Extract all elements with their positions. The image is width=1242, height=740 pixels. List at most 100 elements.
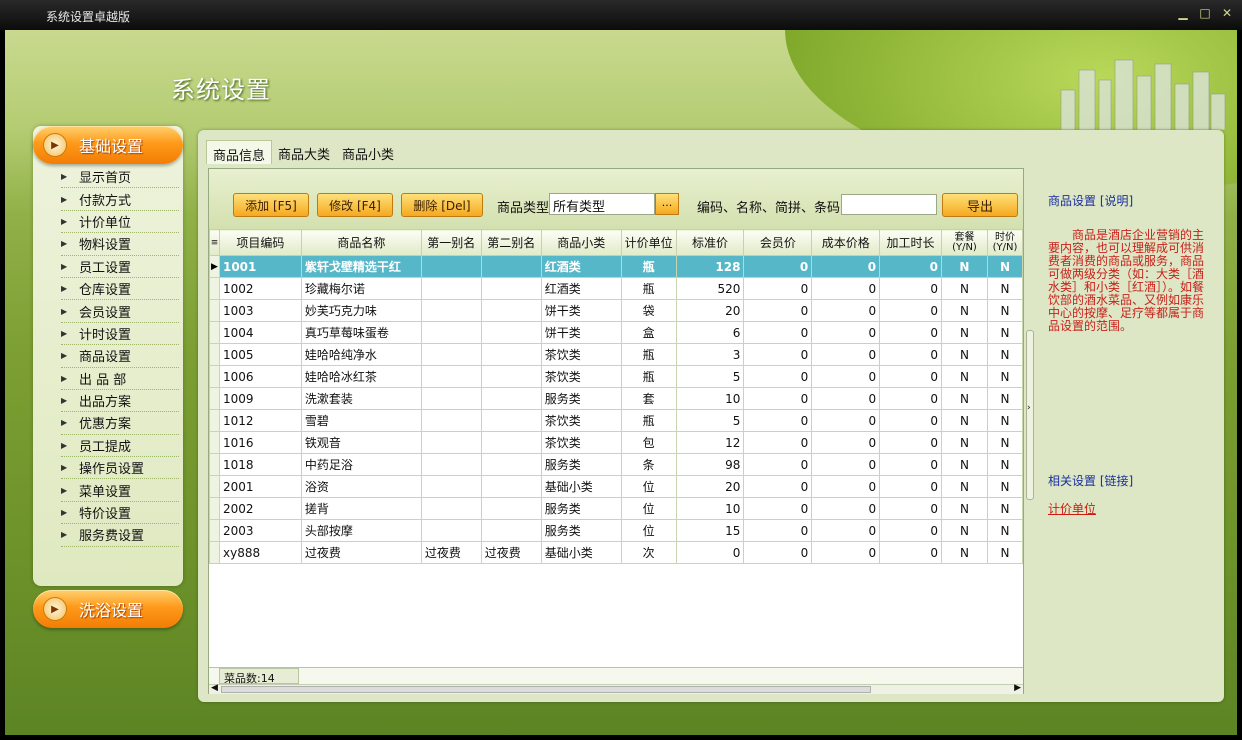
table-cell[interactable]: 3 [675,343,745,366]
close-icon[interactable]: ✕ [1220,6,1234,20]
horizontal-scrollbar[interactable]: ◀ ▶ [209,683,1023,694]
table-cell[interactable]: 0 [879,453,942,476]
table-cell[interactable]: 0 [743,387,813,410]
row-indicator[interactable] [209,453,220,476]
table-cell[interactable]: 0 [811,299,881,322]
table-cell[interactable]: 瓶 [620,409,677,432]
sidebar-item[interactable]: ▶ 菜单设置 [61,479,179,502]
table-cell[interactable]: 2002 [218,497,302,520]
table-cell[interactable]: 过夜费 [420,541,482,564]
table-row[interactable]: 1018 中药足浴 服务类条 98 0 0 0 N N [209,453,1024,476]
sidebar-item[interactable]: ▶ 付款方式 [61,188,179,211]
sidebar-item[interactable]: ▶ 出品方案 [61,390,179,413]
table-cell[interactable]: N [986,475,1024,498]
maximize-icon[interactable]: □ [1198,6,1212,20]
table-cell[interactable]: 瓶 [620,365,677,388]
table-row[interactable]: 2003 头部按摩 服务类位 15 0 0 0 N N [209,519,1024,542]
table-cell[interactable]: 0 [811,343,881,366]
table-cell[interactable]: N [940,255,988,278]
table-cell[interactable]: N [940,409,988,432]
sidebar-item[interactable]: ▶ 商品设置 [61,345,179,368]
column-header[interactable]: 计价单位 [620,229,677,256]
column-header-combo[interactable]: 套餐 (Y/N) [940,229,988,256]
table-cell[interactable]: 珍藏梅尔诺 [300,277,422,300]
sidebar-item[interactable]: ▶ 特价设置 [61,502,179,525]
table-cell[interactable]: 0 [811,409,881,432]
table-cell[interactable] [480,519,542,542]
column-header[interactable]: 成本价格 [811,229,881,256]
table-cell[interactable]: 0 [811,431,881,454]
table-cell[interactable]: 1009 [218,387,302,410]
table-cell[interactable]: 服务类 [540,497,622,520]
table-cell[interactable]: N [986,519,1024,542]
export-button[interactable]: 导出 [942,193,1018,217]
table-row[interactable]: ▶ 1001 紫轩戈壁精选干红 红酒类瓶 128 0 0 0 N N [209,255,1024,278]
table-cell[interactable]: 0 [879,541,942,564]
table-cell[interactable]: 128 [675,255,745,278]
table-cell[interactable]: 20 [675,299,745,322]
table-cell[interactable]: 红酒类 [540,255,622,278]
add-button[interactable]: 添加 [F5] [233,193,309,217]
chevron-right-icon[interactable]: › [1027,403,1031,413]
table-cell[interactable]: N [986,277,1024,300]
table-cell[interactable] [420,453,482,476]
row-indicator[interactable] [209,519,220,542]
table-cell[interactable]: 1016 [218,431,302,454]
table-cell[interactable]: 服务类 [540,387,622,410]
table-cell[interactable]: 铁观音 [300,431,422,454]
table-cell[interactable]: 10 [675,497,745,520]
category-basic-settings[interactable]: ▶ 基础设置 [33,126,183,164]
table-cell[interactable]: 0 [811,321,881,344]
table-cell[interactable]: 0 [879,409,942,432]
table-cell[interactable]: N [986,497,1024,520]
table-cell[interactable] [480,255,542,278]
table-cell[interactable]: 0 [743,475,813,498]
row-indicator[interactable] [209,475,220,498]
table-cell[interactable]: 位 [620,475,677,498]
table-cell[interactable]: 紫轩戈壁精选干红 [300,255,422,278]
table-cell[interactable]: 1005 [218,343,302,366]
scroll-thumb[interactable] [221,686,871,693]
current-row-indicator-icon[interactable]: ▶ [209,255,220,278]
table-cell[interactable]: 0 [879,343,942,366]
table-cell[interactable]: 中药足浴 [300,453,422,476]
table-cell[interactable]: 0 [811,541,881,564]
table-cell[interactable]: 搓背 [300,497,422,520]
table-cell[interactable] [420,299,482,322]
table-cell[interactable]: 0 [879,365,942,388]
table-row[interactable]: 2002 搓背 服务类位 10 0 0 0 N N [209,497,1024,520]
table-cell[interactable]: 茶饮类 [540,409,622,432]
table-cell[interactable]: 娃哈哈冰红茶 [300,365,422,388]
table-cell[interactable]: N [986,409,1024,432]
table-cell[interactable]: 真巧草莓味蛋卷 [300,321,422,344]
table-row[interactable]: xy888 过夜费 过夜费 过夜费 基础小类次 0 0 0 0 N N [209,541,1024,564]
table-cell[interactable]: N [940,387,988,410]
table-cell[interactable]: 0 [879,497,942,520]
table-cell[interactable]: 5 [675,409,745,432]
table-cell[interactable]: 0 [879,299,942,322]
table-cell[interactable]: 12 [675,431,745,454]
table-cell[interactable]: 瓶 [620,277,677,300]
table-cell[interactable]: 条 [620,453,677,476]
column-header[interactable]: 标准价 [675,229,745,256]
type-select-button[interactable]: ... [655,193,679,215]
table-cell[interactable]: N [940,497,988,520]
table-cell[interactable] [480,453,542,476]
column-header[interactable]: 项目编码 [218,229,302,256]
table-cell[interactable]: 0 [743,453,813,476]
table-cell[interactable]: 瓶 [620,343,677,366]
table-cell[interactable]: 15 [675,519,745,542]
row-indicator[interactable] [209,497,220,520]
table-cell[interactable] [480,475,542,498]
table-cell[interactable]: 妙芙巧克力味 [300,299,422,322]
table-row[interactable]: 1012 雪碧 茶饮类瓶 5 0 0 0 N N [209,409,1024,432]
search-input[interactable] [841,194,937,215]
table-cell[interactable]: N [940,475,988,498]
sidebar-item[interactable]: ▶ 显示首页 [61,166,179,189]
table-cell[interactable] [480,299,542,322]
minimize-icon[interactable]: ▁ [1176,6,1190,20]
sidebar-item[interactable]: ▶ 物料设置 [61,233,179,256]
table-cell[interactable] [420,409,482,432]
column-header[interactable]: 第二别名 [480,229,542,256]
table-cell[interactable] [420,519,482,542]
